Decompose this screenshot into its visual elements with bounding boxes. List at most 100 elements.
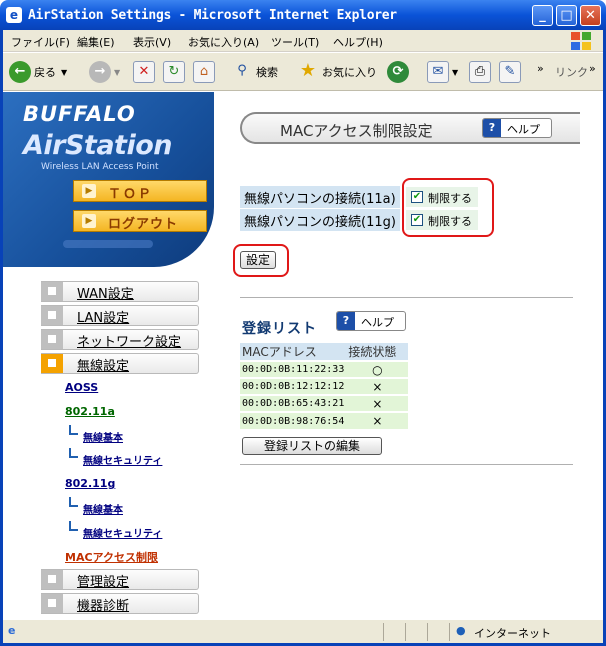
status-cell-empty <box>383 623 403 641</box>
sidebar-link-80211g[interactable]: 802.11g <box>65 477 115 490</box>
column-header-status: 接続状態 <box>346 343 409 361</box>
setting-row-11g-label: 無線パソコンの接続(11g) <box>240 209 400 231</box>
zone-label: インターネット <box>474 627 551 640</box>
tree-branch-icon <box>69 448 78 458</box>
edit-page-button[interactable]: ✎ <box>499 59 524 85</box>
status-cell: × <box>346 411 409 429</box>
page-header: MACアクセス制限設定 ? ヘルプ <box>240 112 580 144</box>
status-cell: ○ <box>346 360 409 378</box>
chevron-down-icon: ▼ <box>61 67 68 77</box>
bullet-icon <box>41 306 63 325</box>
sidebar-item-wireless[interactable]: 無線設定 <box>41 353 199 374</box>
toolbar: ← 戻る ▼ → ▼ ✕ ↻ ⌂ ⚲ 検索 ★ お気に入り ⟳ ✉ ▼ ⎙ ✎ … <box>3 53 603 91</box>
menu-tools[interactable]: ツール(T) <box>271 34 319 50</box>
bullet-icon <box>41 570 63 589</box>
bullet-icon <box>41 354 63 373</box>
refresh-button[interactable]: ↻ <box>163 59 188 85</box>
menu-edit[interactable]: 編集(E) <box>77 34 115 50</box>
mac-address-cell: 00:0D:0B:11:22:33 <box>240 360 347 378</box>
menu-file[interactable]: ファイル(F) <box>11 34 70 50</box>
main-content: MACアクセス制限設定 ? ヘルプ 無線パソコンの接続(11a) ✔ 制限する … <box>214 92 586 619</box>
search-button[interactable]: ⚲ 検索 <box>231 59 278 85</box>
print-icon: ⎙ <box>469 61 491 83</box>
history-button[interactable]: ⟳ <box>387 59 412 85</box>
sidebar-link-aoss[interactable]: AOSS <box>65 381 98 394</box>
airstation-logo: AirStation <box>23 130 172 161</box>
maximize-button[interactable]: □ <box>556 5 577 26</box>
arrow-right-icon: ▶ <box>82 184 96 198</box>
history-icon: ⟳ <box>387 61 409 83</box>
highlight-frame-apply <box>233 244 289 277</box>
favorites-label: お気に入り <box>322 66 377 79</box>
page-scroll-area <box>586 92 603 619</box>
back-button[interactable]: ← 戻る ▼ <box>9 59 67 85</box>
table-row: 00:0D:0B:11:22:33 ○ <box>240 360 409 378</box>
sidebar-link-80211a[interactable]: 802.11a <box>65 405 115 418</box>
sidebar-link-a-basic[interactable]: 無線基本 <box>83 429 123 444</box>
home-button[interactable]: ⌂ <box>193 59 218 85</box>
help-button[interactable]: ? ヘルプ <box>482 118 552 138</box>
favorites-button[interactable]: ★ お気に入り <box>297 59 377 85</box>
page-title: MACアクセス制限設定 <box>280 122 433 140</box>
stop-icon: ✕ <box>133 61 155 83</box>
links-more[interactable]: » <box>589 55 596 81</box>
refresh-icon: ↻ <box>163 61 185 83</box>
edit-icon: ✎ <box>499 61 521 83</box>
forward-arrow-icon: → <box>89 61 111 83</box>
forward-button[interactable]: → ▼ <box>89 59 120 85</box>
column-header-mac: MACアドレス <box>240 343 347 361</box>
divider <box>240 297 573 298</box>
minimize-button[interactable]: _ <box>532 5 553 26</box>
sidebar-item-admin[interactable]: 管理設定 <box>41 569 199 590</box>
close-button[interactable]: ✕ <box>580 5 601 26</box>
stop-button[interactable]: ✕ <box>133 59 158 85</box>
status-cell-empty <box>405 623 425 641</box>
window-title: AirStation Settings - Microsoft Internet… <box>28 8 397 23</box>
ie-icon: e <box>6 7 22 23</box>
model-info-blurred <box>63 240 153 248</box>
arrow-right-icon: ▶ <box>82 214 96 228</box>
logout-button[interactable]: ▶ ログアウト <box>73 210 207 232</box>
print-button[interactable]: ⎙ <box>469 59 494 85</box>
edit-list-button[interactable]: 登録リストの編集 <box>242 437 382 455</box>
sidebar-link-g-basic[interactable]: 無線基本 <box>83 501 123 516</box>
sidebar-item-lan[interactable]: LAN設定 <box>41 305 199 326</box>
status-cell-empty <box>427 623 447 641</box>
mac-address-cell: 00:0D:0B:65:43:21 <box>240 394 347 412</box>
list-help-button[interactable]: ? ヘルプ <box>336 311 406 331</box>
sidebar-item-wan[interactable]: WAN設定 <box>41 281 199 302</box>
setting-row-11a-label: 無線パソコンの接続(11a) <box>240 186 400 208</box>
window-titlebar: e AirStation Settings - Microsoft Intern… <box>0 0 606 30</box>
sidebar-link-g-security[interactable]: 無線セキュリティ <box>83 525 162 540</box>
brand-panel: BUFFALO AirStation Wireless LAN Access P… <box>3 92 214 267</box>
globe-icon: ● <box>456 624 466 637</box>
search-icon: ⚲ <box>237 63 247 78</box>
top-button[interactable]: ▶ ＴＯＰ <box>73 180 207 202</box>
home-icon: ⌂ <box>193 61 215 83</box>
tree-branch-icon <box>69 521 78 531</box>
bullet-icon <box>41 330 63 349</box>
sidebar-item-network[interactable]: ネットワーク設定 <box>41 329 199 350</box>
security-zone: ● インターネット <box>449 623 599 641</box>
buffalo-logo: BUFFALO <box>23 102 136 126</box>
menu-help[interactable]: ヘルプ(H) <box>333 34 383 50</box>
sidebar-item-diagnostics[interactable]: 機器診断 <box>41 593 199 614</box>
tree-branch-icon <box>69 497 78 507</box>
mac-address-cell: 00:0D:0B:98:76:54 <box>240 411 347 429</box>
sidebar-link-a-security[interactable]: 無線セキュリティ <box>83 452 162 467</box>
menu-bar: ファイル(F) 編集(E) 表示(V) お気に入り(A) ツール(T) ヘルプ(… <box>3 30 603 52</box>
back-arrow-icon: ← <box>9 61 31 83</box>
star-icon: ★ <box>299 60 317 81</box>
mail-icon: ✉ <box>427 61 449 83</box>
search-label: 検索 <box>256 66 278 79</box>
registered-mac-table: MACアドレス 接続状態 00:0D:0B:11:22:33 ○ 00:0D:0… <box>240 343 409 429</box>
page-status-icon: e <box>8 624 16 637</box>
mail-button[interactable]: ✉ ▼ <box>427 59 458 85</box>
chevron-down-icon: ▼ <box>114 67 121 77</box>
registered-list-title: 登録リスト <box>242 321 317 337</box>
menu-favorites[interactable]: お気に入り(A) <box>188 34 259 50</box>
links-label[interactable]: リンク <box>555 59 588 85</box>
sidebar-link-mac-filter[interactable]: MACアクセス制限 <box>65 549 158 565</box>
menu-view[interactable]: 表示(V) <box>133 34 171 50</box>
toolbar-more[interactable]: » <box>537 55 544 81</box>
